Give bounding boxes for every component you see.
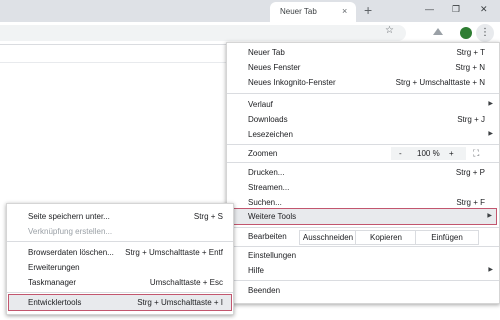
cut-button[interactable]: Ausschneiden	[299, 230, 357, 245]
menu-separator	[7, 292, 233, 293]
menu-item-label: Neuer Tab	[248, 48, 285, 57]
tab-new-tab[interactable]: Neuer Tab ×	[270, 2, 356, 22]
menu-item-label: Suchen...	[248, 198, 282, 207]
submenu-arrow-icon: ▶	[488, 101, 493, 107]
menu-item-label: Erweiterungen	[28, 263, 80, 272]
submenu-item-clear-data[interactable]: Browserdaten löschen... Strg + Umschaltt…	[7, 245, 233, 260]
zoom-level: 100 %	[417, 149, 440, 158]
shortcut-text: Strg + F	[456, 198, 485, 207]
address-bar[interactable]	[0, 25, 406, 41]
menu-item-label: Beenden	[248, 286, 281, 295]
shortcut-text: Strg + N	[455, 63, 485, 72]
shortcut-text: Umschalttaste + Esc	[149, 278, 223, 287]
submenu-item-create-shortcut: Verknüpfung erstellen...	[7, 224, 233, 239]
menu-item-history[interactable]: Verlauf ▶	[227, 97, 499, 112]
restore-icon[interactable]: ❐	[452, 4, 460, 15]
tab-title: Neuer Tab	[280, 7, 317, 16]
shortcut-text: Strg + Umschalttaste + N	[395, 78, 485, 87]
menu-item-help[interactable]: Hilfe ▶	[227, 263, 499, 278]
menu-item-label: Verknüpfung erstellen...	[28, 227, 113, 236]
menu-item-new-tab[interactable]: Neuer Tab Strg + T	[227, 45, 499, 60]
fullscreen-icon[interactable]: ⛶	[473, 146, 479, 161]
extension-icon[interactable]	[432, 26, 444, 38]
paste-button[interactable]: Einfügen	[415, 230, 479, 245]
submenu-item-dev-tools[interactable]: Entwicklertools Strg + Umschalttaste + I	[8, 294, 232, 311]
profile-avatar[interactable]	[460, 27, 472, 39]
menu-item-settings[interactable]: Einstellungen	[227, 248, 499, 263]
menu-item-zoom: Zoomen - 100 % + ⛶	[227, 146, 499, 161]
menu-item-label: Zoomen	[248, 149, 278, 158]
close-window-icon[interactable]: ✕	[480, 4, 488, 15]
shortcut-text: Strg + J	[457, 115, 485, 124]
menu-item-label: Neues Fenster	[248, 63, 301, 72]
shortcut-text: Strg + Umschalttaste + I	[137, 298, 223, 307]
copy-button[interactable]: Kopieren	[355, 230, 417, 245]
shortcut-text: Strg + S	[193, 212, 223, 221]
menu-item-cast[interactable]: Streamen...	[227, 180, 499, 195]
shortcut-text: Strg + T	[456, 48, 485, 57]
bookmark-star-icon[interactable]: ☆	[385, 25, 394, 36]
menu-item-label: Bearbeiten	[248, 232, 287, 241]
zoom-out-button[interactable]: -	[399, 146, 402, 161]
menu-item-label: Browserdaten löschen...	[28, 248, 114, 257]
menu-item-label: Verlauf	[248, 100, 273, 109]
submenu-arrow-icon: ▶	[488, 267, 493, 273]
submenu-item-task-manager[interactable]: Taskmanager Umschalttaste + Esc	[7, 275, 233, 290]
menu-item-label: Lesezeichen	[248, 130, 293, 139]
menu-item-label: Einstellungen	[248, 251, 297, 260]
shortcut-text: Strg + P	[455, 168, 485, 177]
menu-item-label: Downloads	[248, 115, 288, 124]
menu-item-new-incognito[interactable]: Neues Inkognito-Fenster Strg + Umschaltt…	[227, 75, 499, 90]
page-divider	[0, 62, 230, 63]
shortcut-text: Strg + Umschalttaste + Entf	[125, 248, 223, 257]
submenu-arrow-icon: ▶	[487, 213, 492, 219]
chrome-menu-button[interactable]: ⋮	[476, 24, 494, 42]
menu-item-label: Seite speichern unter...	[28, 212, 110, 221]
chrome-main-menu: Neuer Tab Strg + T Neues Fenster Strg + …	[226, 42, 500, 304]
zoom-in-button[interactable]: +	[449, 146, 454, 161]
menu-separator	[227, 162, 499, 163]
menu-separator	[227, 93, 499, 94]
menu-separator	[227, 227, 499, 228]
tab-strip: Neuer Tab × + — ❐ ✕	[0, 0, 500, 22]
menu-item-bookmarks[interactable]: Lesezeichen ▶	[227, 127, 499, 142]
menu-separator	[227, 280, 499, 281]
menu-item-label: Taskmanager	[28, 278, 77, 287]
menu-item-find[interactable]: Suchen... Strg + F	[227, 195, 499, 210]
menu-item-downloads[interactable]: Downloads Strg + J	[227, 112, 499, 127]
menu-item-label: Entwicklertools	[28, 298, 82, 307]
menu-separator	[227, 144, 499, 145]
more-tools-submenu: Seite speichern unter... Strg + S Verknü…	[6, 203, 234, 315]
submenu-item-save-page[interactable]: Seite speichern unter... Strg + S	[7, 209, 233, 224]
submenu-item-extensions[interactable]: Erweiterungen	[7, 260, 233, 275]
menu-separator	[7, 241, 233, 242]
minimize-icon[interactable]: —	[425, 4, 434, 14]
menu-item-print[interactable]: Drucken... Strg + P	[227, 165, 499, 180]
new-tab-button[interactable]: +	[364, 2, 372, 18]
tab-close-icon[interactable]: ×	[342, 6, 347, 16]
menu-item-new-window[interactable]: Neues Fenster Strg + N	[227, 60, 499, 75]
menu-item-more-tools[interactable]: Weitere Tools ▶	[229, 208, 497, 225]
menu-item-edit: Bearbeiten Ausschneiden Kopieren Einfüge…	[227, 229, 499, 245]
menu-separator	[227, 246, 499, 247]
menu-item-label: Hilfe	[248, 266, 265, 275]
menu-item-label: Drucken...	[248, 168, 285, 177]
menu-item-label: Weitere Tools	[248, 212, 297, 221]
submenu-arrow-icon: ▶	[488, 131, 493, 137]
menu-item-label: Streamen...	[248, 183, 290, 192]
menu-item-exit[interactable]: Beenden	[227, 283, 499, 298]
menu-item-label: Neues Inkognito-Fenster	[248, 78, 336, 87]
